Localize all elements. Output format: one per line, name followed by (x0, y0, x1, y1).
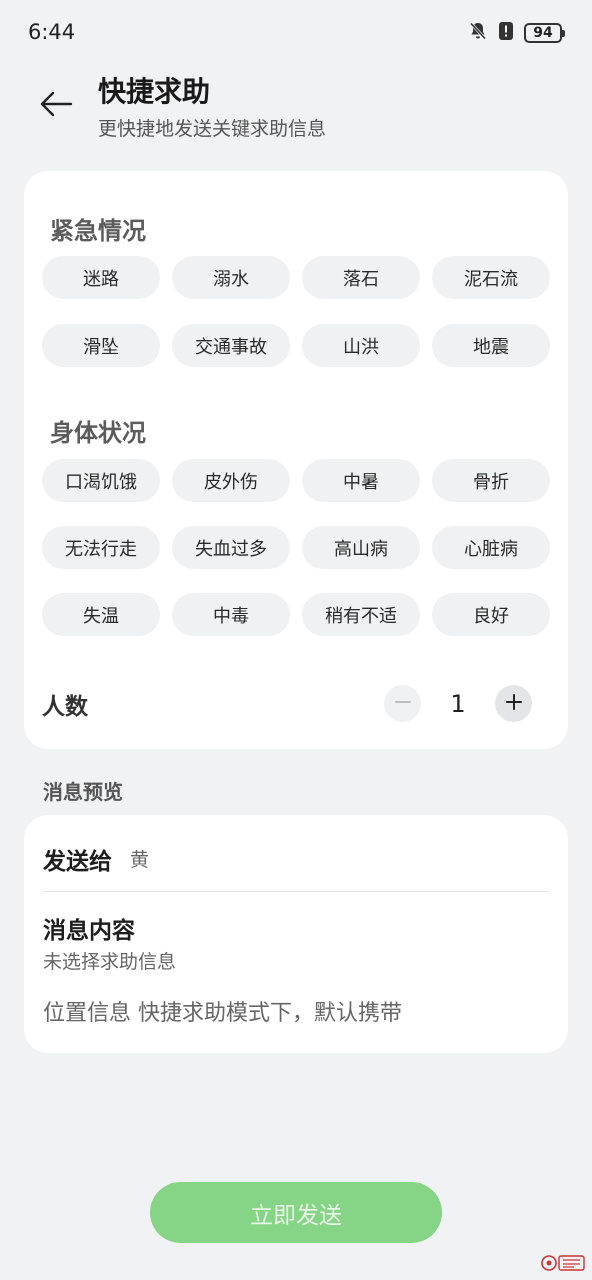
message-preview-section-label: 消息预览 (43, 780, 123, 804)
emergency-chip[interactable]: 溺水 (172, 256, 290, 299)
body-status-chip[interactable]: 心脏病 (432, 526, 550, 569)
bell-muted-icon (468, 21, 488, 45)
body-status-chip[interactable]: 稍有不适 (302, 593, 420, 636)
body-status-chip[interactable]: 失温 (42, 593, 160, 636)
body-status-chip[interactable]: 良好 (432, 593, 550, 636)
page-subtitle: 更快捷地发送关键求助信息 (98, 118, 327, 140)
emergency-chip[interactable]: 泥石流 (432, 256, 550, 299)
battery-indicator: 94 (524, 23, 565, 43)
location-info-text: 位置信息 快捷求助模式下，默认携带 (43, 1001, 402, 1026)
body-status-chip-list: 口渴饥饿 皮外伤 中暑 骨折 无法行走 失血过多 高山病 心脏病 失温 中毒 稍… (42, 459, 550, 636)
watermark-logo (540, 1252, 586, 1274)
emergency-chip[interactable]: 山洪 (302, 324, 420, 367)
people-count-value: 1 (450, 689, 466, 718)
status-time: 6:44 (28, 20, 76, 44)
emergency-chip[interactable]: 迷路 (42, 256, 160, 299)
message-content-value: 未选择求助信息 (43, 951, 177, 973)
body-status-chip[interactable]: 中暑 (302, 459, 420, 502)
people-count-stepper: 1 (384, 685, 532, 722)
body-status-chip[interactable]: 口渴饥饿 (42, 459, 160, 502)
help-options-card: 紧急情况 迷路 溺水 落石 泥石流 滑坠 交通事故 山洪 地震 身体状况 口渴饥… (24, 171, 568, 749)
emergency-chip[interactable]: 交通事故 (172, 324, 290, 367)
message-content-label: 消息内容 (43, 918, 135, 944)
body-status-chip[interactable]: 皮外伤 (172, 459, 290, 502)
body-status-section-title: 身体状况 (50, 419, 146, 447)
message-preview-card: 发送给 黄 消息内容 未选择求助信息 位置信息 快捷求助模式下，默认携带 (24, 815, 568, 1053)
plus-icon (505, 693, 523, 715)
body-status-chip[interactable]: 失血过多 (172, 526, 290, 569)
send-to-label: 发送给 (43, 849, 112, 875)
alert-icon (498, 21, 514, 45)
page-title: 快捷求助 (98, 75, 211, 108)
status-bar: 6:44 94 (0, 0, 592, 70)
divider (43, 891, 549, 892)
body-status-chip[interactable]: 骨折 (432, 459, 550, 502)
status-icons: 94 (468, 21, 565, 45)
increment-button[interactable] (495, 685, 532, 722)
emergency-section-title: 紧急情况 (50, 217, 146, 245)
emergency-chip[interactable]: 地震 (432, 324, 550, 367)
send-now-button[interactable]: 立即发送 (150, 1182, 442, 1243)
emergency-chip[interactable]: 落石 (302, 256, 420, 299)
body-status-chip[interactable]: 无法行走 (42, 526, 160, 569)
send-to-recipient[interactable]: 黄 (130, 845, 149, 872)
people-count-label: 人数 (42, 694, 88, 720)
page-header: 快捷求助 更快捷地发送关键求助信息 (0, 70, 592, 150)
minus-icon (394, 693, 412, 715)
emergency-chip-list: 迷路 溺水 落石 泥石流 滑坠 交通事故 山洪 地震 (42, 256, 550, 367)
back-button[interactable] (34, 84, 78, 128)
body-status-chip[interactable]: 中毒 (172, 593, 290, 636)
emergency-chip[interactable]: 滑坠 (42, 324, 160, 367)
back-arrow-icon (39, 90, 73, 122)
decrement-button[interactable] (384, 685, 421, 722)
body-status-chip[interactable]: 高山病 (302, 526, 420, 569)
